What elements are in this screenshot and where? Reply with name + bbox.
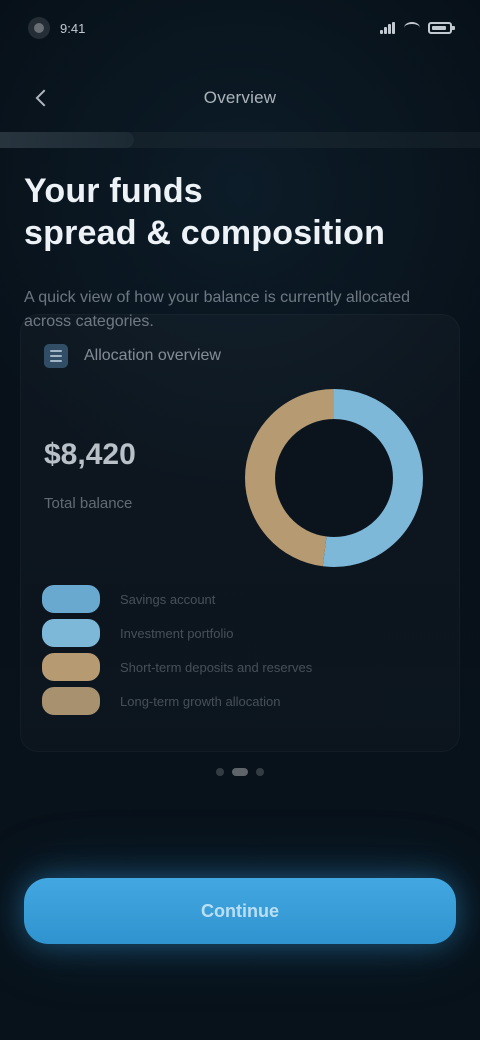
continue-button-label: Continue (201, 900, 279, 921)
battery-icon (428, 22, 455, 34)
status-time: 9:41 (60, 20, 86, 36)
metric-label: Total balance (44, 495, 133, 512)
page-indicator (216, 766, 264, 778)
app-logo-icon (28, 17, 50, 39)
legend-label: Savings account (120, 591, 216, 607)
legend-item: Long-term growth allocation (42, 684, 432, 718)
card-info-label: Allocation overview (84, 347, 221, 364)
legend-item: Savings account (42, 582, 432, 616)
active-page-dot (231, 768, 249, 776)
metric-block: $8,420 Total balance (44, 440, 194, 514)
legend-label: Short-term deposits and reserves (120, 659, 313, 675)
list-icon (44, 344, 68, 368)
legend-swatch (42, 585, 100, 613)
legend-list: Savings account Investment portfolio Short… (42, 582, 432, 718)
wifi-icon (404, 22, 420, 34)
legend-swatch (42, 653, 100, 681)
headline-line-1: Your funds (24, 172, 203, 210)
legend-swatch (42, 619, 100, 647)
legend-item: Short-term deposits and reserves (42, 650, 432, 684)
status-bar: 9:41 (0, 0, 480, 56)
continue-button[interactable]: Continue (24, 878, 456, 944)
donut-center (276, 420, 392, 536)
back-button[interactable] (30, 86, 56, 112)
legend-item: Investment portfolio (42, 616, 432, 650)
top-navigation: Overview (0, 78, 480, 118)
progress-track (0, 132, 480, 148)
signal-icon (380, 22, 396, 34)
status-icons (380, 22, 455, 34)
page-dot (216, 768, 224, 776)
legend-label: Investment portfolio (120, 625, 234, 641)
legend-swatch (42, 687, 100, 715)
allocation-card: Allocation overview $8,420 Total balance… (20, 314, 460, 752)
header-block: Your funds spread & composition A quick … (24, 172, 444, 334)
app-screen: 9:41 Overview Your funds spread & compos… (0, 0, 480, 1040)
progress-fill (0, 132, 135, 148)
headline-line-2: spread & composition (24, 214, 386, 253)
card-info-row: Allocation overview (44, 344, 221, 368)
page-title: Overview (203, 88, 277, 107)
status-bar-left: 9:41 (28, 17, 85, 39)
legend-label: Long-term growth allocation (120, 693, 281, 709)
donut-chart (232, 376, 436, 580)
metric-value: $8,420 (44, 438, 136, 471)
donut-chart-svg (245, 389, 423, 567)
page-dot (256, 768, 264, 776)
